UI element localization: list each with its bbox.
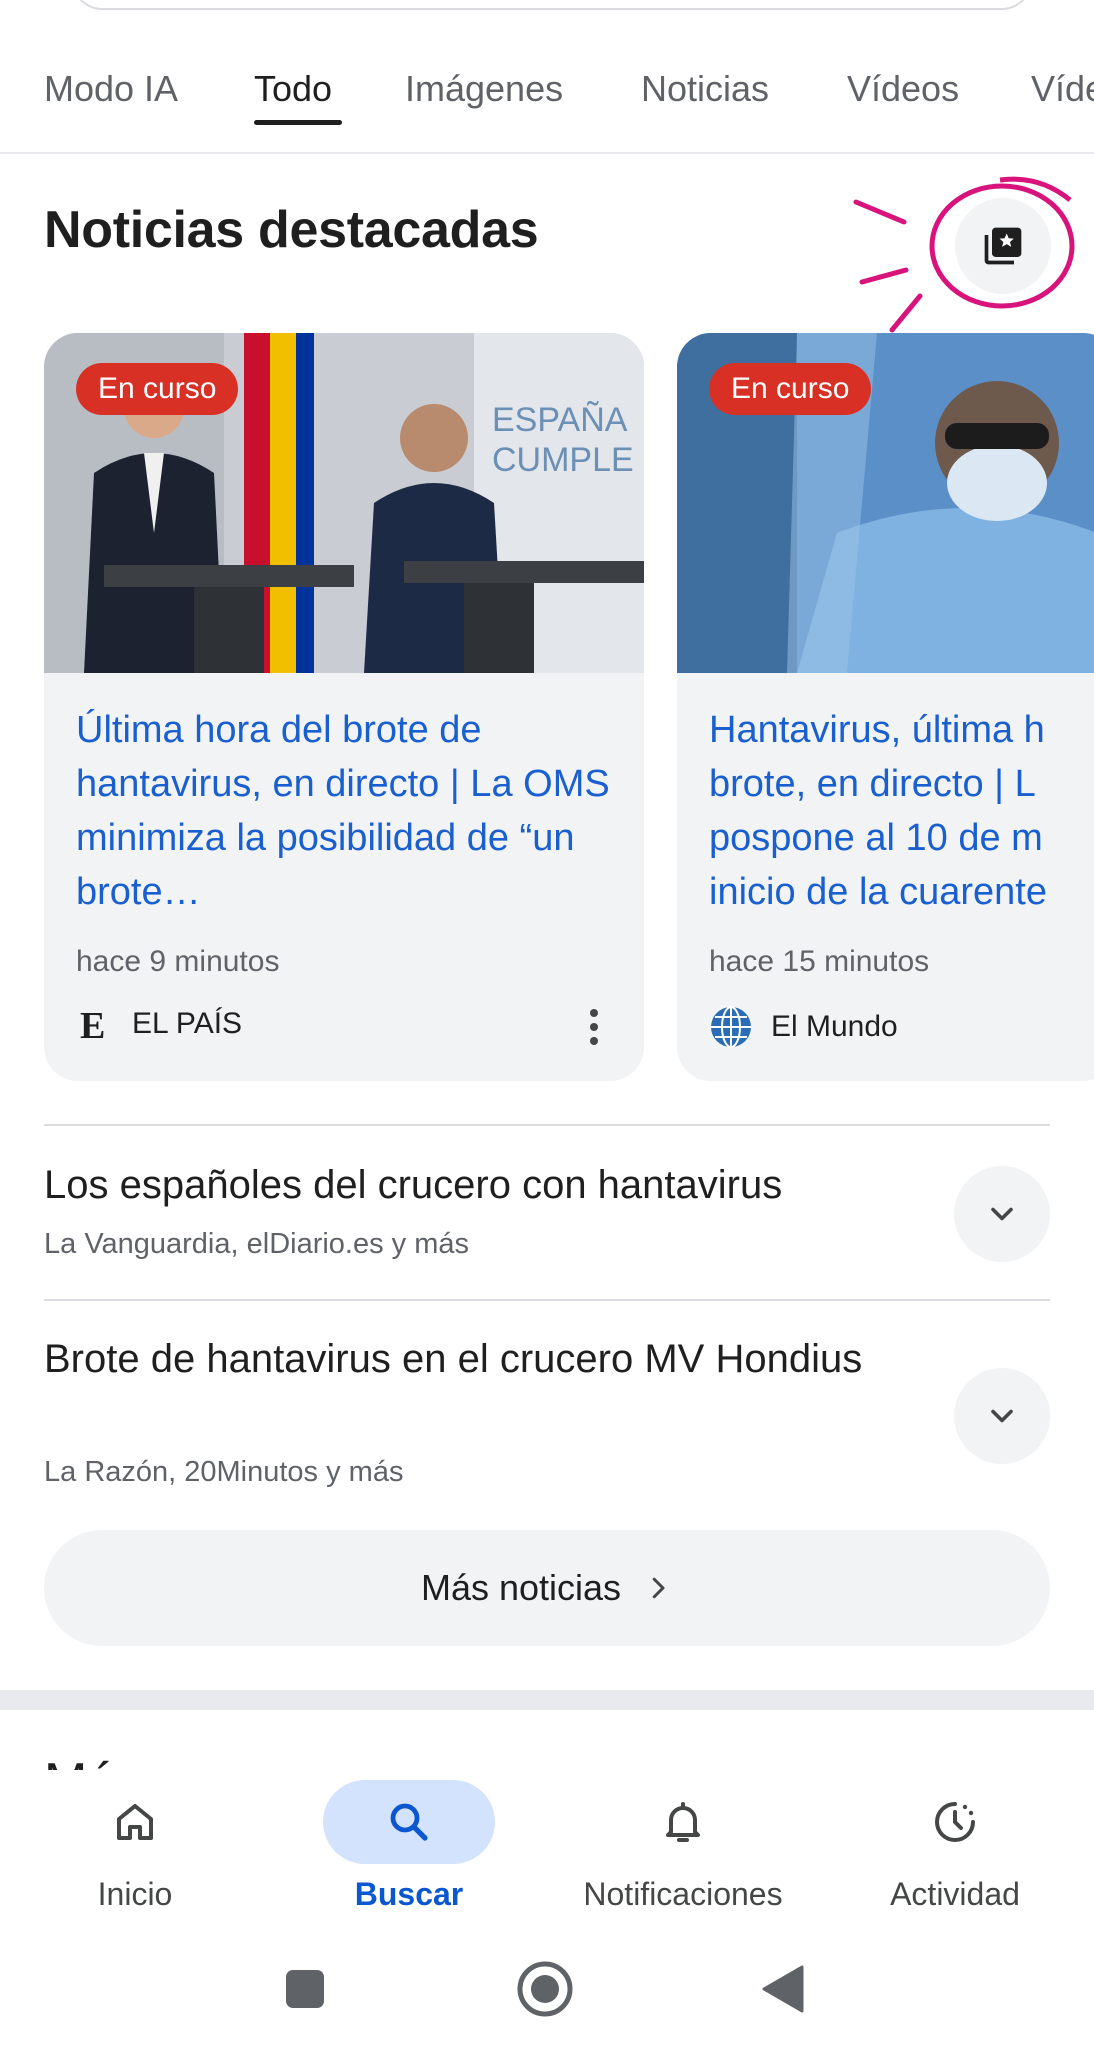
more-news-button[interactable]: Más noticias [44, 1530, 1050, 1646]
nav-buscar[interactable]: Buscar [284, 1780, 534, 1920]
nav-actividad[interactable]: Actividad [830, 1780, 1080, 1920]
el-pais-logo-icon: E [80, 1005, 105, 1043]
nav-label: Actividad [890, 1876, 1020, 1912]
tab-videos[interactable]: Vídeos [847, 68, 959, 110]
tab-imagenes[interactable]: Imágenes [405, 68, 563, 110]
active-tab-indicator [254, 120, 342, 125]
el-mundo-logo-icon [711, 1006, 751, 1048]
search-tabs: Modo IA Todo Imágenes Noticias Vídeos Ví… [0, 40, 1094, 154]
news-headline[interactable]: Última hora del brote de hantavirus, en … [76, 703, 616, 919]
story-title[interactable]: Brote de hantavirus en el crucero MV Hon… [44, 1332, 924, 1386]
collection-button[interactable] [955, 198, 1051, 294]
nav-icon-container [597, 1780, 769, 1864]
more-options-icon[interactable] [584, 1007, 604, 1047]
system-navigation-bar [0, 1930, 1094, 2048]
home-icon [117, 1804, 153, 1840]
news-headline-line: inicio de la cuarente [709, 871, 1047, 913]
recents-icon [286, 1970, 324, 2008]
image-sign-line-1: ESPAÑA [492, 401, 628, 439]
expand-story-button[interactable] [954, 1166, 1050, 1262]
news-card-2[interactable]: En curso Hantavirus, última h brote, en … [677, 333, 1094, 1081]
nav-label: Buscar [354, 1876, 464, 1912]
section-title: Noticias destacadas [44, 201, 539, 259]
news-source: El Mundo [709, 1005, 898, 1049]
home-button[interactable] [510, 1954, 580, 2024]
expand-story-button[interactable] [954, 1368, 1050, 1464]
divider [44, 1124, 1050, 1126]
live-badge: En curso [76, 363, 239, 415]
story-sources: La Vanguardia, elDiario.es y más [44, 1228, 470, 1260]
chevron-right-icon [652, 1577, 665, 1599]
section-separator [0, 1690, 1094, 1710]
back-button[interactable] [748, 1954, 818, 2024]
news-source: E EL PAÍS [76, 1005, 242, 1043]
nav-notificaciones[interactable]: Notificaciones [558, 1780, 808, 1920]
nav-icon-container [869, 1780, 1041, 1864]
search-box-edge[interactable] [72, 0, 1032, 10]
nav-icon-container [323, 1780, 495, 1864]
nav-label: Notificaciones [583, 1876, 783, 1912]
tab-todo[interactable]: Todo [254, 68, 332, 110]
collections-star-icon [984, 227, 1022, 265]
news-source-name: El Mundo [771, 1010, 898, 1043]
live-badge: En curso [709, 363, 872, 415]
tab-noticias[interactable]: Noticias [641, 68, 769, 110]
recents-button[interactable] [270, 1954, 340, 2024]
chevron-down-icon [991, 1409, 1013, 1423]
chevron-down-icon [991, 1207, 1013, 1221]
news-timestamp: hace 9 minutos [76, 945, 280, 978]
news-timestamp: hace 15 minutos [709, 945, 930, 978]
tab-videos-partial[interactable]: Víde [1031, 68, 1094, 110]
nav-inicio[interactable]: Inicio [10, 1780, 260, 1920]
news-headline-line: brote, en directo | L [709, 763, 1036, 805]
next-section-title-partial: Má [44, 1752, 116, 1770]
news-headline[interactable]: Hantavirus, última h brote, en directo |… [709, 703, 1094, 919]
story-title[interactable]: Los españoles del crucero con hantavirus [44, 1158, 924, 1212]
activity-history-icon [935, 1802, 975, 1842]
nav-label: Inicio [97, 1876, 173, 1912]
news-headline-line: Hantavirus, última h [709, 709, 1045, 751]
news-card-1[interactable]: ESPAÑA CUMPLE En curso Última hora del b… [44, 333, 644, 1081]
back-triangle-icon [762, 1965, 804, 2013]
story-sources: La Razón, 20Minutos y más [44, 1456, 404, 1488]
more-news-label: Más noticias [420, 1567, 622, 1608]
bottom-navigation: Inicio Buscar Notificaciones Actividad [0, 1770, 1094, 1930]
nav-icon-container [49, 1780, 221, 1864]
bell-icon [666, 1802, 700, 1842]
news-headline-line: pospone al 10 de m [709, 817, 1043, 859]
tab-modo-ia[interactable]: Modo IA [44, 68, 178, 110]
home-circle-icon [517, 1961, 573, 2017]
svg-text:E: E [80, 1005, 105, 1043]
image-sign-line-2: CUMPLE [492, 441, 634, 479]
news-source-name: EL PAÍS [132, 1007, 243, 1040]
search-icon [390, 1803, 428, 1841]
divider [44, 1299, 1050, 1301]
